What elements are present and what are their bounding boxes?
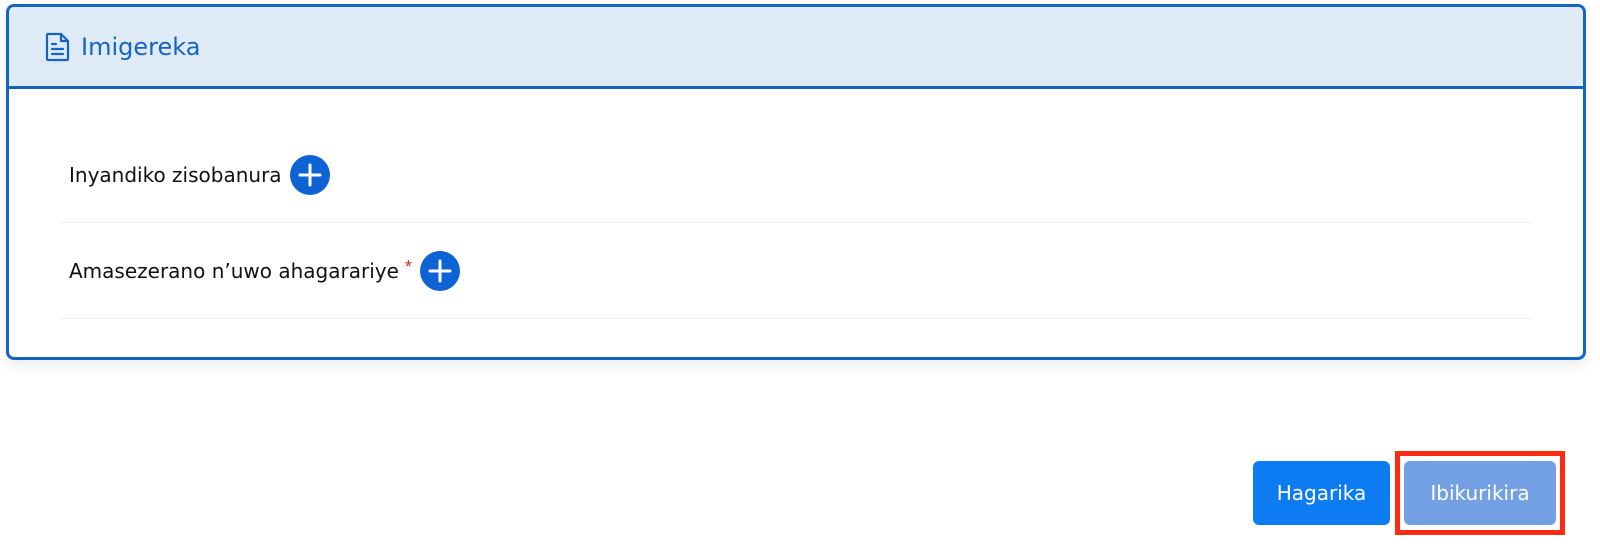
field-row-explanatory-documents: Inyandiko zisobanura — [59, 127, 1533, 223]
next-button[interactable]: Ibikurikira — [1404, 461, 1556, 525]
attachments-card: Imigereka Inyandiko zisobanura Amasezera… — [6, 4, 1586, 360]
card-header: Imigereka — [9, 7, 1583, 89]
field-label: Inyandiko zisobanura — [69, 162, 282, 187]
document-icon — [45, 32, 71, 62]
section-title: Imigereka — [81, 32, 201, 61]
field-row-representative-agreement: Amasezerano n’uwo ahagarariye * — [59, 223, 1533, 319]
plus-circle-icon — [298, 163, 322, 186]
cancel-button[interactable]: Hagarika — [1253, 461, 1390, 525]
add-explanatory-document-button[interactable] — [289, 154, 330, 195]
field-label: Amasezerano n’uwo ahagarariye — [69, 258, 399, 283]
required-marker: * — [404, 257, 412, 277]
add-representative-agreement-button[interactable] — [419, 250, 460, 291]
plus-circle-icon — [428, 259, 452, 282]
